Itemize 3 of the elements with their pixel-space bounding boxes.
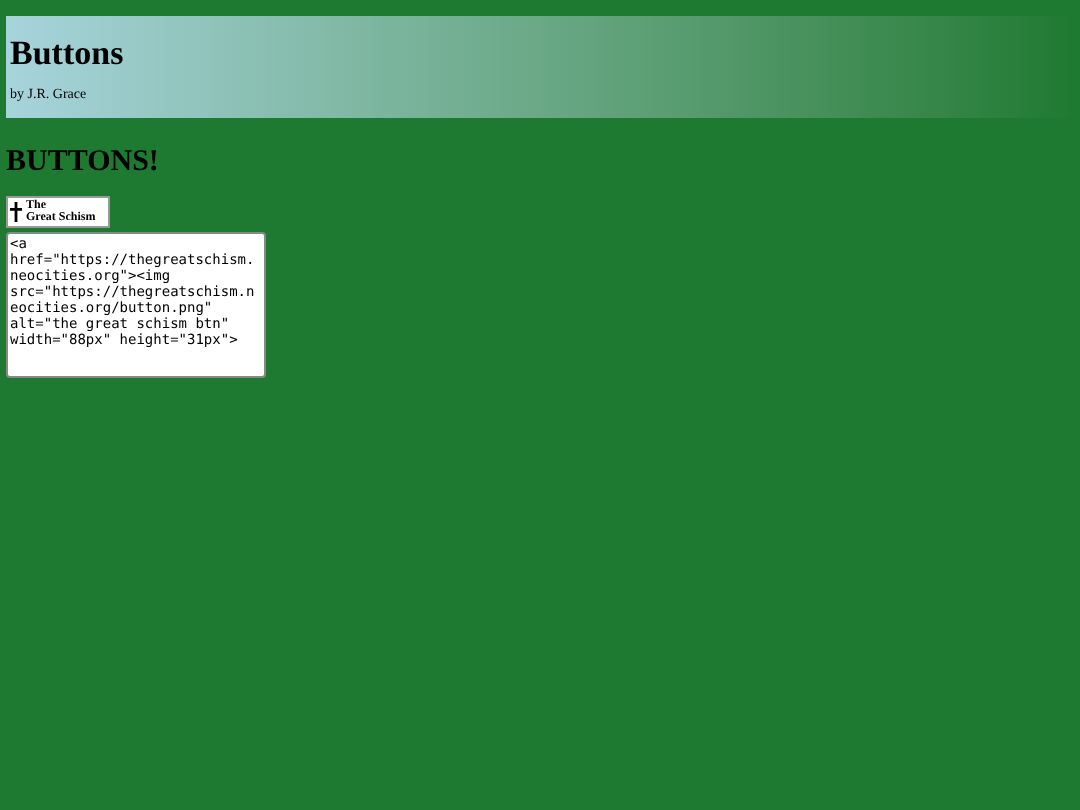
section-heading: BUTTONS! bbox=[6, 144, 159, 180]
cross-icon bbox=[10, 202, 22, 222]
page-title: Buttons bbox=[10, 34, 126, 74]
